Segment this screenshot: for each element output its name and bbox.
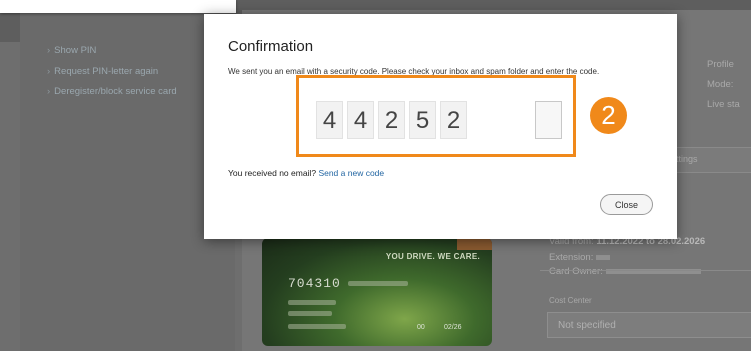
- code-digit-input-2[interactable]: 4: [347, 101, 374, 139]
- card-line-redacted: [288, 324, 346, 329]
- bg-extension: Extension:: [549, 252, 611, 263]
- code-digit-input-3[interactable]: 2: [378, 101, 405, 139]
- bg-card-owner: Card Owner:: [549, 266, 701, 277]
- sidebar-link-show-pin: › Show PIN: [47, 45, 97, 56]
- send-new-code-link[interactable]: Send a new code: [318, 168, 384, 178]
- sidebar-link-deregister-card: › Deregister/block service card: [47, 86, 177, 97]
- code-digit-input-1[interactable]: 4: [316, 101, 343, 139]
- bg-label-live-status: Live sta: [707, 99, 740, 110]
- code-digit-input-6[interactable]: [535, 101, 562, 139]
- code-digit-input-4[interactable]: 5: [409, 101, 436, 139]
- close-button[interactable]: Close: [600, 194, 653, 215]
- card-mid-code: 00: [417, 324, 425, 331]
- bg-label-profile: Profile: [707, 59, 734, 70]
- background-divider: [540, 270, 751, 271]
- card-line-redacted: [288, 311, 332, 316]
- no-email-prompt: You received no email? Send a new code: [228, 168, 385, 178]
- chevron-right-icon: ›: [47, 45, 51, 56]
- top-white-panel: [0, 0, 236, 13]
- card-number-redacted: [348, 281, 408, 286]
- sidebar-link-request-pin-letter: › Request PIN-letter again: [47, 66, 159, 77]
- chevron-right-icon: ›: [47, 86, 51, 97]
- bg-label-mode: Mode:: [707, 79, 734, 90]
- step-number-badge: 2: [590, 97, 627, 134]
- card-number-prefix: 704310: [288, 276, 341, 291]
- code-digit-input-5[interactable]: 2: [440, 101, 467, 139]
- cost-center-select: Not specified: [547, 312, 751, 338]
- card-expiry: 02/26: [444, 324, 462, 331]
- dialog-title: Confirmation: [228, 38, 314, 55]
- service-card-image: YOU DRIVE. WE CARE. 704310 00 02/26: [262, 238, 492, 346]
- card-stripe: [457, 238, 492, 250]
- chevron-right-icon: ›: [47, 66, 51, 77]
- card-slogan: YOU DRIVE. WE CARE.: [385, 252, 480, 261]
- card-line-redacted: [288, 300, 336, 305]
- bg-cost-center-label: Cost Center: [549, 296, 592, 305]
